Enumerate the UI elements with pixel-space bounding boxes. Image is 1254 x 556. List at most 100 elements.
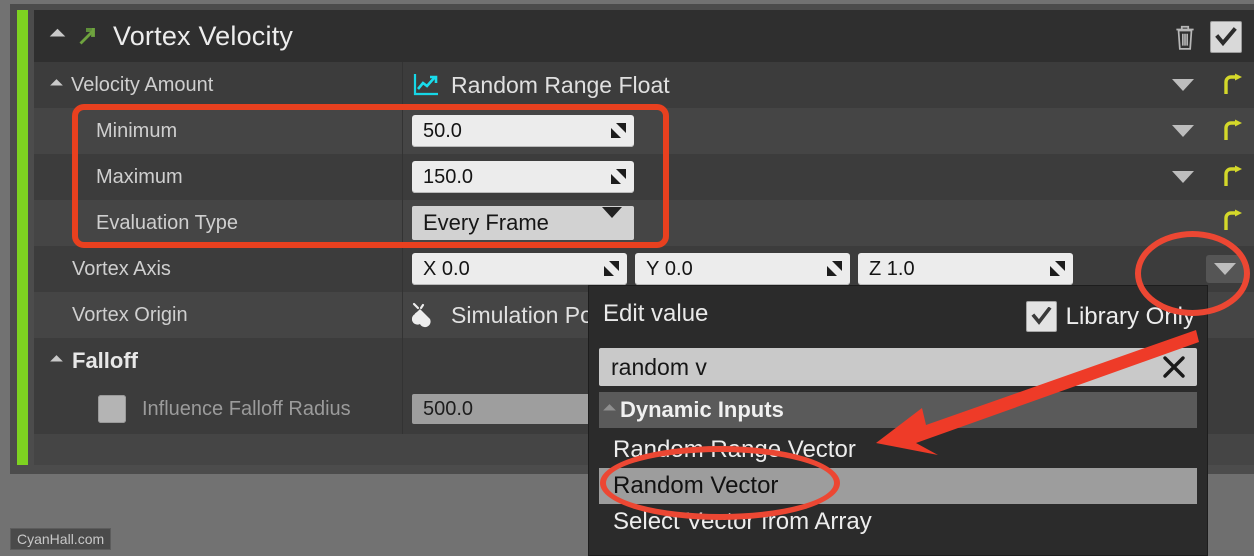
axis-value-z: 1.0 xyxy=(886,257,915,280)
vortex-axis-y-input[interactable]: Y 0.0 xyxy=(635,253,850,285)
chevron-down-icon xyxy=(602,207,622,236)
column-divider xyxy=(402,384,403,434)
row-value-cell: Every Frame xyxy=(402,200,1254,246)
property-label: Velocity Amount xyxy=(71,73,214,96)
column-divider xyxy=(402,292,403,338)
page-title: Vortex Velocity xyxy=(113,20,294,51)
property-label: Vortex Origin xyxy=(72,303,188,326)
drag-handle-icon[interactable] xyxy=(825,259,844,278)
module-enabled-checkbox[interactable] xyxy=(1210,21,1242,53)
line-chart-icon xyxy=(413,74,438,96)
module-enabled-accent-bar xyxy=(17,10,28,465)
column-divider xyxy=(402,108,403,154)
option-label: Random Range Vector xyxy=(613,436,856,463)
popup-option-select-vector-from-array[interactable]: Select Vector from Array xyxy=(599,504,1197,540)
library-only-label: Library Only xyxy=(1065,302,1195,330)
property-label: Minimum xyxy=(96,119,178,142)
row-controls xyxy=(1164,71,1244,99)
row-label-cell: Vortex Axis xyxy=(34,246,402,292)
property-label: Maximum xyxy=(96,165,183,188)
row-maximum[interactable]: Maximum 150.0 xyxy=(34,154,1254,200)
maximum-value: 150.0 xyxy=(423,165,474,188)
axis-letter-x: X xyxy=(423,257,437,280)
collapse-triangle-icon[interactable] xyxy=(50,78,63,92)
reset-arrow-icon[interactable] xyxy=(1222,165,1244,189)
property-label: Influence Falloff Radius xyxy=(142,397,351,420)
drag-handle-icon[interactable] xyxy=(609,121,628,140)
row-label-cell: Maximum xyxy=(34,154,402,200)
category-header-vortex-velocity[interactable]: Vortex Velocity xyxy=(34,10,1254,62)
header-tools xyxy=(1172,21,1242,53)
collapse-triangle-icon[interactable] xyxy=(49,28,66,44)
row-value-cell[interactable]: Random Range Float xyxy=(402,62,1254,108)
axis-letter-z: Z xyxy=(869,257,882,280)
dropdown-arrow-button[interactable] xyxy=(1164,163,1202,191)
row-label-cell: Evaluation Type xyxy=(34,200,402,246)
row-value-cell: 150.0 xyxy=(402,154,1254,200)
popup-option-random-range-vector[interactable]: Random Range Vector xyxy=(599,432,1197,468)
green-arrow-icon xyxy=(79,28,95,45)
popup-search-input[interactable]: random v xyxy=(599,348,1197,386)
trash-icon[interactable] xyxy=(1172,23,1198,51)
axis-letter-y: Y xyxy=(646,257,660,280)
column-divider xyxy=(402,246,403,292)
collapse-triangle-icon[interactable] xyxy=(603,403,616,417)
row-evaluation-type[interactable]: Evaluation Type Every Frame xyxy=(34,200,1254,246)
column-divider xyxy=(402,154,403,200)
reset-arrow-icon[interactable] xyxy=(1222,73,1244,97)
minimum-input[interactable]: 50.0 xyxy=(412,115,634,147)
vortex-axis-x-input[interactable]: X 0.0 xyxy=(412,253,627,285)
row-controls xyxy=(1206,255,1244,283)
evaluation-type-value: Every Frame xyxy=(423,210,549,235)
popup-title: Edit value xyxy=(603,300,709,327)
close-icon[interactable] xyxy=(1161,354,1187,380)
vortex-axis-dropdown-button[interactable] xyxy=(1206,255,1244,283)
influence-falloff-radius-value: 500.0 xyxy=(423,397,474,420)
evaluation-type-select[interactable]: Every Frame xyxy=(412,206,634,240)
library-only-checkbox[interactable] xyxy=(1025,301,1057,332)
row-controls xyxy=(1222,209,1244,233)
row-label-cell: Falloff xyxy=(34,338,402,384)
search-value: random v xyxy=(611,353,707,380)
minimum-value: 50.0 xyxy=(423,119,462,142)
row-velocity-amount[interactable]: Velocity Amount Random Range Float xyxy=(34,62,1254,108)
check-icon xyxy=(1031,307,1052,325)
column-divider xyxy=(402,200,403,246)
row-label-cell: Influence Falloff Radius xyxy=(34,384,402,434)
screenshot-root: Vortex Velocity Velocity Amount Random R… xyxy=(0,0,1254,556)
axis-value-x: 0.0 xyxy=(441,257,470,280)
axis-value-y: 0.0 xyxy=(664,257,693,280)
drag-handle-icon[interactable] xyxy=(609,167,628,186)
influence-falloff-radius-checkbox[interactable] xyxy=(98,395,126,423)
row-label-cell: Vortex Origin xyxy=(34,292,402,338)
reset-arrow-icon[interactable] xyxy=(1222,209,1244,233)
option-label: Select Vector from Array xyxy=(613,508,872,535)
row-controls xyxy=(1164,117,1244,145)
check-icon xyxy=(1215,27,1237,47)
watermark: CyanHall.com xyxy=(10,528,112,550)
property-value-text: Simulation Pos xyxy=(451,301,605,328)
row-value-cell: 50.0 xyxy=(402,108,1254,154)
row-label-cell: Velocity Amount xyxy=(34,62,402,108)
property-value-text: Random Range Float xyxy=(451,71,670,98)
popup-category-dynamic-inputs[interactable]: Dynamic Inputs xyxy=(599,392,1197,428)
edit-value-popup: Edit value Library Only random v Dynamic… xyxy=(588,285,1208,556)
row-label-cell: Minimum xyxy=(34,108,402,154)
column-divider xyxy=(402,338,403,384)
column-divider xyxy=(402,62,403,108)
popup-category-label: Dynamic Inputs xyxy=(620,397,784,422)
dropdown-arrow-button[interactable] xyxy=(1164,71,1202,99)
popup-option-random-vector[interactable]: Random Vector xyxy=(599,468,1197,504)
row-minimum[interactable]: Minimum 50.0 xyxy=(34,108,1254,154)
row-controls xyxy=(1164,163,1244,191)
library-only-control[interactable]: Library Only xyxy=(1025,301,1195,332)
reset-arrow-icon[interactable] xyxy=(1222,119,1244,143)
dropdown-arrow-button[interactable] xyxy=(1164,117,1202,145)
popup-header: Edit value Library Only xyxy=(589,286,1207,342)
maximum-input[interactable]: 150.0 xyxy=(412,161,634,193)
drag-handle-icon[interactable] xyxy=(1048,259,1067,278)
drag-handle-icon[interactable] xyxy=(602,259,621,278)
vortex-axis-z-input[interactable]: Z 1.0 xyxy=(858,253,1073,285)
option-label: Random Vector xyxy=(613,472,779,499)
collapse-triangle-icon[interactable] xyxy=(50,354,63,368)
